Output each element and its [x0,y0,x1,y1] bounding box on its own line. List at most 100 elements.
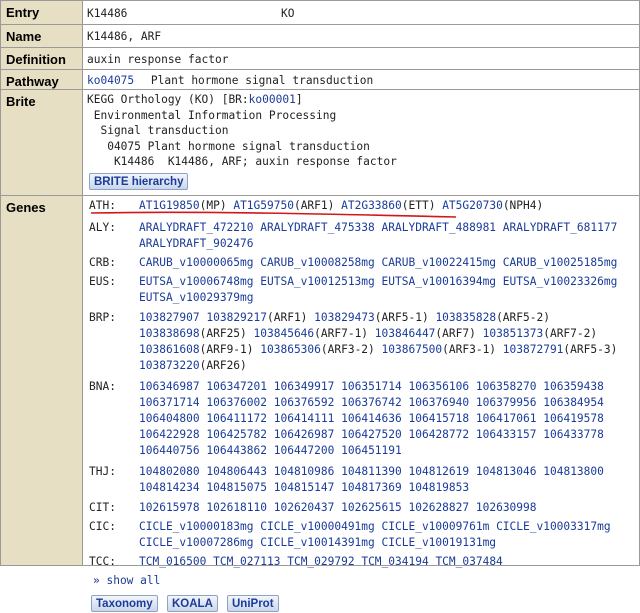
gene-link[interactable]: 104819853 [409,481,470,494]
gene-link[interactable]: AT5G20730 [442,199,503,212]
gene-link[interactable]: 106422928 [139,428,200,441]
gene-link[interactable]: 104806443 [206,465,267,478]
gene-link[interactable]: 104815075 [206,481,267,494]
gene-link[interactable]: EUTSA_v10023326mg [503,275,618,288]
gene-link[interactable]: 106428772 [409,428,470,441]
gene-link[interactable]: 103872791 [503,343,564,356]
gene-link[interactable]: EUTSA_v10016394mg [382,275,497,288]
gene-link[interactable]: EUTSA_v10006748mg [139,275,254,288]
gene-link[interactable]: 103829473 [314,311,375,324]
gene-link[interactable]: 106359438 [543,380,604,393]
gene-link[interactable]: 103865306 [260,343,321,356]
gene-link[interactable]: 103835828 [435,311,496,324]
gene-link[interactable]: 106358270 [476,380,537,393]
gene-link[interactable]: 104810986 [274,465,335,478]
gene-link[interactable]: EUTSA_v10029379mg [139,291,254,304]
gene-link[interactable]: 106426987 [274,428,335,441]
gene-link[interactable]: EUTSA_v10012513mg [260,275,375,288]
gene-link[interactable]: 104811390 [341,465,402,478]
gene-link[interactable]: 103851373 [483,327,544,340]
gene-link[interactable]: 106433778 [543,428,604,441]
gene-link[interactable]: 106376592 [274,396,335,409]
gene-link[interactable]: 104802080 [139,465,200,478]
uniprot-button[interactable]: UniProt [227,595,279,612]
koala-button[interactable]: KOALA [167,595,218,612]
gene-link[interactable]: 104813800 [543,465,604,478]
gene-link[interactable]: TCM_016500 [139,555,206,568]
gene-link[interactable]: 102615978 [139,501,200,514]
gene-link[interactable]: 106379956 [476,396,537,409]
brite-hierarchy-button[interactable]: BRITE hierarchy [89,173,189,190]
gene-link[interactable]: ARALYDRAFT_472210 [139,221,254,234]
gene-link[interactable]: 106419578 [543,412,604,425]
gene-link[interactable]: 106440756 [139,444,200,457]
gene-link[interactable]: CICLE_v10007286mg [139,536,254,549]
gene-link[interactable]: CICLE_v10019131mg [382,536,497,549]
gene-link[interactable]: 106443862 [206,444,267,457]
gene-link[interactable]: ARALYDRAFT_488981 [382,221,497,234]
gene-link[interactable]: 103829217 [206,311,267,324]
gene-link[interactable]: CARUB_v10025185mg [503,256,618,269]
gene-link[interactable]: 106414111 [274,412,335,425]
gene-link[interactable]: 104817369 [341,481,402,494]
gene-link[interactable]: 102628827 [409,501,470,514]
gene-link[interactable]: ARALYDRAFT_475338 [260,221,375,234]
gene-link[interactable]: 106427520 [341,428,402,441]
gene-link[interactable]: 106351714 [341,380,402,393]
gene-link[interactable]: 106433157 [476,428,537,441]
gene-link[interactable]: 102618110 [206,501,267,514]
gene-link[interactable]: 103846447 [375,327,436,340]
gene-link[interactable]: 106376742 [341,396,402,409]
gene-link[interactable]: 106425782 [206,428,267,441]
gene-link[interactable]: CICLE_v10003317mg [496,520,611,533]
gene-link[interactable]: TCM_027113 [213,555,280,568]
gene-link[interactable]: 104814234 [139,481,200,494]
gene-link[interactable]: CICLE_v10000491mg [260,520,375,533]
gene-link[interactable]: AT1G19850 [139,199,200,212]
gene-link[interactable]: 103873220 [139,359,200,372]
gene-link[interactable]: 106417061 [476,412,537,425]
gene-link[interactable]: CICLE_v10000183mg [139,520,254,533]
gene-link[interactable]: 106356106 [409,380,470,393]
gene-link[interactable]: 106447200 [274,444,335,457]
gene-link[interactable]: TCM_029792 [287,555,354,568]
gene-link[interactable]: CARUB_v10008258mg [260,256,375,269]
taxonomy-button[interactable]: Taxonomy [91,595,158,612]
gene-link[interactable]: AT1G59750 [233,199,294,212]
gene-link[interactable]: 102620437 [274,501,335,514]
gene-link[interactable]: 106346987 [139,380,200,393]
gene-link[interactable]: AT2G33860 [341,199,402,212]
brite-ko00001-link[interactable]: ko00001 [249,93,296,106]
gene-link[interactable]: 103861608 [139,343,200,356]
gene-link[interactable]: 104812619 [409,465,470,478]
pathway-link[interactable]: ko04075 [87,74,134,87]
gene-link[interactable]: 106414636 [341,412,402,425]
gene-link[interactable]: 102630998 [476,501,537,514]
gene-link[interactable]: CICLE_v10009761m [382,520,490,533]
gene-link[interactable]: TCM_034194 [361,555,428,568]
gene-link[interactable]: 106371714 [139,396,200,409]
gene-link[interactable]: 106451191 [341,444,402,457]
show-all-link[interactable]: » show all [93,574,160,587]
gene-link[interactable]: 103838698 [139,327,200,340]
gene-link[interactable]: 103845646 [254,327,315,340]
gene-link[interactable]: CARUB_v10022415mg [382,256,497,269]
gene-link[interactable]: 106411172 [206,412,267,425]
gene-link[interactable]: 106376940 [409,396,470,409]
gene-link[interactable]: 104813046 [476,465,537,478]
gene-link[interactable]: TCM_037484 [435,555,502,568]
gene-link[interactable]: 104815147 [274,481,335,494]
gene-link[interactable]: 106347201 [206,380,267,393]
gene-link[interactable]: 106384954 [543,396,604,409]
gene-link[interactable]: 103867500 [382,343,443,356]
gene-link[interactable]: CARUB_v10000065mg [139,256,254,269]
gene-link[interactable]: ARALYDRAFT_902476 [139,237,254,250]
gene-link[interactable]: ARALYDRAFT_681177 [503,221,618,234]
gene-link[interactable]: 102625615 [341,501,402,514]
gene-link[interactable]: 106349917 [274,380,335,393]
gene-link[interactable]: 106415718 [409,412,470,425]
gene-link[interactable]: 103827907 [139,311,200,324]
gene-link[interactable]: 106376002 [206,396,267,409]
gene-link[interactable]: CICLE_v10014391mg [260,536,375,549]
gene-link[interactable]: 106404800 [139,412,200,425]
